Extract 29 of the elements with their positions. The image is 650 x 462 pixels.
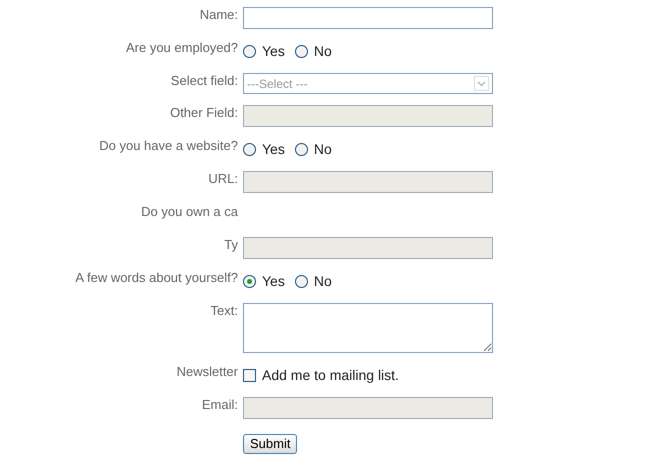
field-label: Text: bbox=[210, 303, 238, 318]
input-field[interactable] bbox=[243, 7, 493, 29]
submit-button[interactable]: Submit bbox=[243, 434, 298, 454]
field-label: Do you own a ca bbox=[141, 204, 238, 219]
radio-label[interactable]: Yes bbox=[262, 271, 285, 292]
radio-button[interactable] bbox=[243, 143, 256, 156]
radio-button[interactable] bbox=[294, 275, 308, 288]
field-label: Ty bbox=[224, 237, 238, 252]
radio-label[interactable]: No bbox=[314, 41, 332, 62]
field-label: Do you have a website? bbox=[99, 138, 238, 153]
text-area[interactable] bbox=[243, 303, 493, 353]
checkbox-label[interactable]: Add me to mailing list. bbox=[262, 365, 399, 386]
radio-label[interactable]: Yes bbox=[262, 41, 285, 62]
radio-button[interactable] bbox=[243, 275, 256, 288]
field-label: Name: bbox=[200, 7, 238, 22]
field-label: Are you employed? bbox=[126, 40, 238, 55]
field-label: Other Field: bbox=[170, 105, 238, 120]
radio-button[interactable] bbox=[243, 45, 256, 58]
field-label: A few words about yourself? bbox=[75, 270, 238, 285]
field-label: URL: bbox=[208, 171, 238, 186]
radio-button[interactable] bbox=[294, 45, 308, 58]
radio-button[interactable] bbox=[294, 143, 308, 156]
checkbox[interactable] bbox=[243, 369, 256, 382]
radio-label[interactable]: No bbox=[314, 139, 332, 160]
radio-label[interactable]: No bbox=[314, 271, 332, 292]
field-label: Email: bbox=[202, 397, 238, 412]
radio-label[interactable]: Yes bbox=[262, 139, 285, 160]
field-label: Newsletter bbox=[176, 364, 238, 379]
field-label: Select field: bbox=[170, 73, 238, 88]
